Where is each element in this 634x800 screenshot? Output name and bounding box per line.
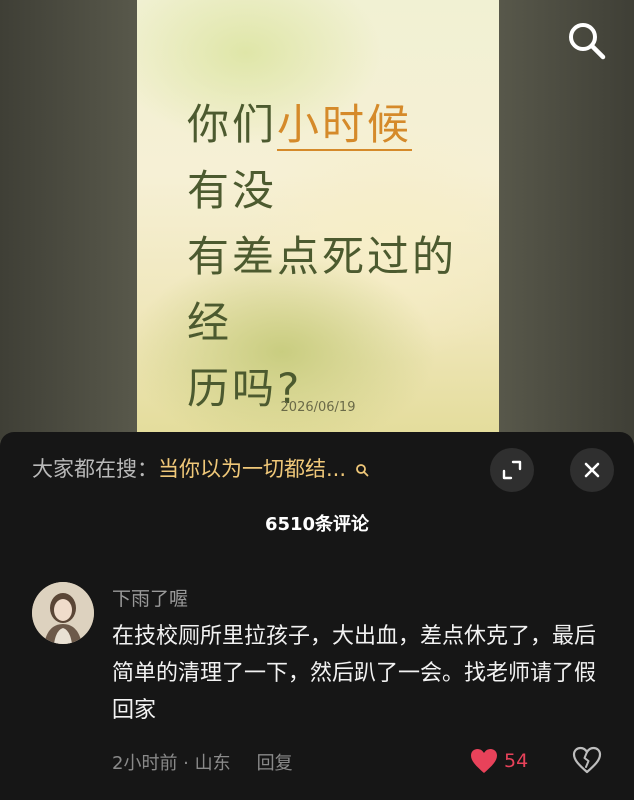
expand-icon [502, 460, 522, 480]
like-count: 54 [504, 750, 529, 772]
close-icon [584, 462, 600, 478]
heart-icon [471, 749, 497, 773]
avatar[interactable] [32, 582, 94, 644]
comment-author[interactable]: 下雨了喔 [112, 584, 188, 611]
poster-title-highlight: 小时候 [277, 100, 413, 151]
like-button[interactable]: 54 [470, 748, 528, 774]
comment-time-location: 2小时前 · 山东 [112, 753, 231, 774]
search-suggestion-prefix: 大家都在搜： [32, 457, 158, 481]
reply-button[interactable]: 回复 [257, 753, 293, 774]
search-icon[interactable] [566, 20, 608, 62]
video-poster: 你们小时候有没 有差点死过的经 历吗? 2026/06/19 [137, 0, 499, 440]
dislike-button[interactable] [572, 746, 602, 778]
small-search-icon [355, 455, 369, 485]
poster-date: 2026/06/19 [280, 400, 356, 415]
broken-heart-icon [572, 746, 602, 774]
comments-sheet: 大家都在搜：当你以为一切都结... 6510条评论 下雨了喔 在技校厕所里拉孩子… [0, 432, 634, 800]
search-suggestion-query[interactable]: 当你以为一切都结... [158, 457, 346, 481]
close-button[interactable] [570, 448, 614, 492]
poster-title-line2: 有差点死过的经 [187, 232, 458, 347]
video-area[interactable]: 你们小时候有没 有差点死过的经 历吗? 2026/06/19 [0, 0, 634, 440]
search-suggestion[interactable]: 大家都在搜：当你以为一切都结... [32, 454, 369, 484]
comment-text: 在技校厕所里拉孩子，大出血，差点休克了，最后简单的清理了一下，然后趴了一会。找老… [112, 624, 597, 723]
poster-title-post: 有没 [187, 166, 278, 215]
poster-title: 你们小时候有没 有差点死过的经 历吗? [187, 92, 457, 422]
comment-meta: 2小时前 · 山东 回复 [112, 749, 293, 775]
poster-title-pre: 你们 [187, 100, 278, 149]
expand-button[interactable] [490, 448, 534, 492]
comment-count: 6510条评论 [264, 514, 370, 535]
